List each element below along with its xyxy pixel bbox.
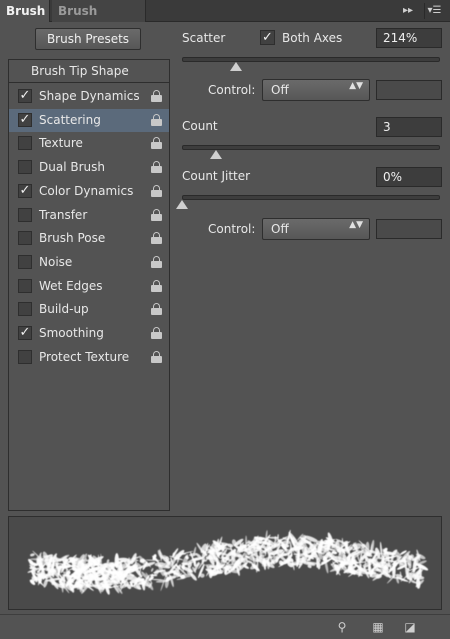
- control-label-1: Control:: [208, 83, 256, 97]
- toggle-live-tip-preview-icon[interactable]: ⚲: [334, 620, 350, 634]
- brush-option-scattering[interactable]: ✓ Scattering: [9, 108, 169, 133]
- option-checkbox[interactable]: [18, 160, 32, 175]
- option-label: Dual Brush: [39, 160, 105, 175]
- brush-option-noise[interactable]: Noise: [9, 251, 169, 275]
- option-checkbox[interactable]: [18, 278, 32, 293]
- option-label: Scattering: [39, 112, 101, 127]
- lock-icon[interactable]: [151, 137, 162, 150]
- count-slider-thumb[interactable]: [209, 150, 222, 159]
- lock-icon[interactable]: [151, 232, 162, 245]
- option-label: Noise: [39, 254, 73, 269]
- option-label: Texture: [39, 136, 83, 151]
- select-arrows-icon: ▲▼: [349, 220, 363, 230]
- brush-option-smoothing[interactable]: ✓ Smoothing: [9, 322, 169, 346]
- tab-brush-presets[interactable]: Brush Presets: [52, 0, 146, 40]
- option-checkbox[interactable]: ✓: [18, 112, 32, 127]
- panel-tab-bar: Brush Brush Presets ▸▸ ▾☰: [0, 0, 450, 40]
- option-checkbox[interactable]: [18, 136, 32, 151]
- scatter-value-field[interactable]: 214%: [376, 28, 442, 48]
- option-label: Protect Texture: [39, 349, 130, 364]
- count-jitter-control-value: Off: [271, 222, 289, 236]
- brush-stroke-preview: [8, 516, 442, 610]
- lock-icon[interactable]: [151, 113, 162, 126]
- brush-tip-shape-item[interactable]: Brush Tip Shape: [9, 60, 169, 83]
- brush-option-shape-dynamics[interactable]: ✓ Shape Dynamics: [9, 85, 169, 109]
- brush-option-texture[interactable]: Texture: [9, 132, 169, 156]
- option-label: Smoothing: [39, 326, 104, 340]
- option-label: Color Dynamics: [39, 183, 134, 198]
- option-checkbox[interactable]: ✓: [18, 183, 32, 198]
- option-label: Shape Dynamics: [39, 89, 140, 103]
- option-label: Build-up: [39, 302, 89, 317]
- count-jitter-label: Count Jitter: [182, 169, 251, 183]
- option-label: Transfer: [39, 207, 88, 222]
- lock-icon[interactable]: [151, 161, 162, 174]
- scatter-control-extra-field: [376, 80, 442, 100]
- scatter-slider-thumb[interactable]: [230, 62, 243, 71]
- option-checkbox[interactable]: [18, 349, 32, 364]
- lock-icon[interactable]: [151, 184, 162, 197]
- brush-stroke-preview-image: [27, 529, 429, 595]
- option-checkbox[interactable]: [18, 254, 32, 269]
- option-label: Wet Edges: [39, 278, 103, 293]
- both-axes-checkbox[interactable]: ✓: [260, 30, 275, 45]
- brush-option-brush-pose[interactable]: Brush Pose: [9, 227, 169, 251]
- lock-icon[interactable]: [151, 208, 162, 221]
- lock-icon[interactable]: [151, 327, 162, 339]
- count-jitter-value-field[interactable]: 0%: [376, 167, 442, 187]
- option-checkbox[interactable]: ✓: [18, 326, 32, 340]
- brush-option-build-up[interactable]: Build-up: [9, 298, 169, 322]
- count-value-field[interactable]: 3: [376, 117, 442, 137]
- scatter-slider-track[interactable]: [182, 57, 440, 62]
- option-checkbox[interactable]: ✓: [18, 89, 32, 103]
- brush-grid-icon[interactable]: ▦: [370, 620, 386, 634]
- both-axes-label: Both Axes: [282, 31, 343, 45]
- lock-icon[interactable]: [151, 90, 162, 102]
- new-brush-icon[interactable]: ◪: [402, 620, 418, 634]
- scatter-control-select[interactable]: Off ▲▼: [262, 79, 370, 101]
- scatter-control-value: Off: [271, 83, 289, 97]
- lock-icon[interactable]: [151, 350, 162, 363]
- brush-options-list: Brush Tip Shape ✓ Shape Dynamics ✓ Scatteri…: [8, 59, 170, 511]
- bottom-toolbar: ⚲ ▦ ◪: [0, 614, 450, 639]
- brush-presets-button[interactable]: Brush Presets: [35, 28, 141, 50]
- brush-option-protect-texture[interactable]: Protect Texture: [9, 346, 169, 370]
- count-jitter-slider-thumb[interactable]: [176, 200, 188, 209]
- panel-menu-icon[interactable]: ▾☰: [424, 3, 444, 19]
- lock-icon[interactable]: [151, 255, 162, 268]
- scatter-label: Scatter: [182, 31, 226, 45]
- brush-option-transfer[interactable]: Transfer: [9, 204, 169, 228]
- option-checkbox[interactable]: [18, 302, 32, 317]
- control-label-2: Control:: [208, 222, 256, 236]
- count-jitter-control-extra-field: [376, 219, 442, 239]
- tab-brush[interactable]: Brush: [0, 0, 50, 22]
- option-checkbox[interactable]: [18, 231, 32, 246]
- brush-option-wet-edges[interactable]: Wet Edges: [9, 275, 169, 299]
- select-arrows-icon: ▲▼: [349, 81, 363, 91]
- brush-option-color-dynamics[interactable]: ✓ Color Dynamics: [9, 180, 169, 204]
- option-checkbox[interactable]: [18, 207, 32, 222]
- double-arrow-right-icon[interactable]: ▸▸: [398, 3, 418, 19]
- lock-icon[interactable]: [151, 279, 162, 292]
- count-label: Count: [182, 119, 218, 133]
- count-jitter-control-select[interactable]: Off ▲▼: [262, 218, 370, 240]
- count-jitter-slider-track[interactable]: [182, 195, 440, 200]
- brush-option-dual-brush[interactable]: Dual Brush: [9, 156, 169, 180]
- lock-icon[interactable]: [151, 303, 162, 316]
- option-label: Brush Pose: [39, 231, 106, 246]
